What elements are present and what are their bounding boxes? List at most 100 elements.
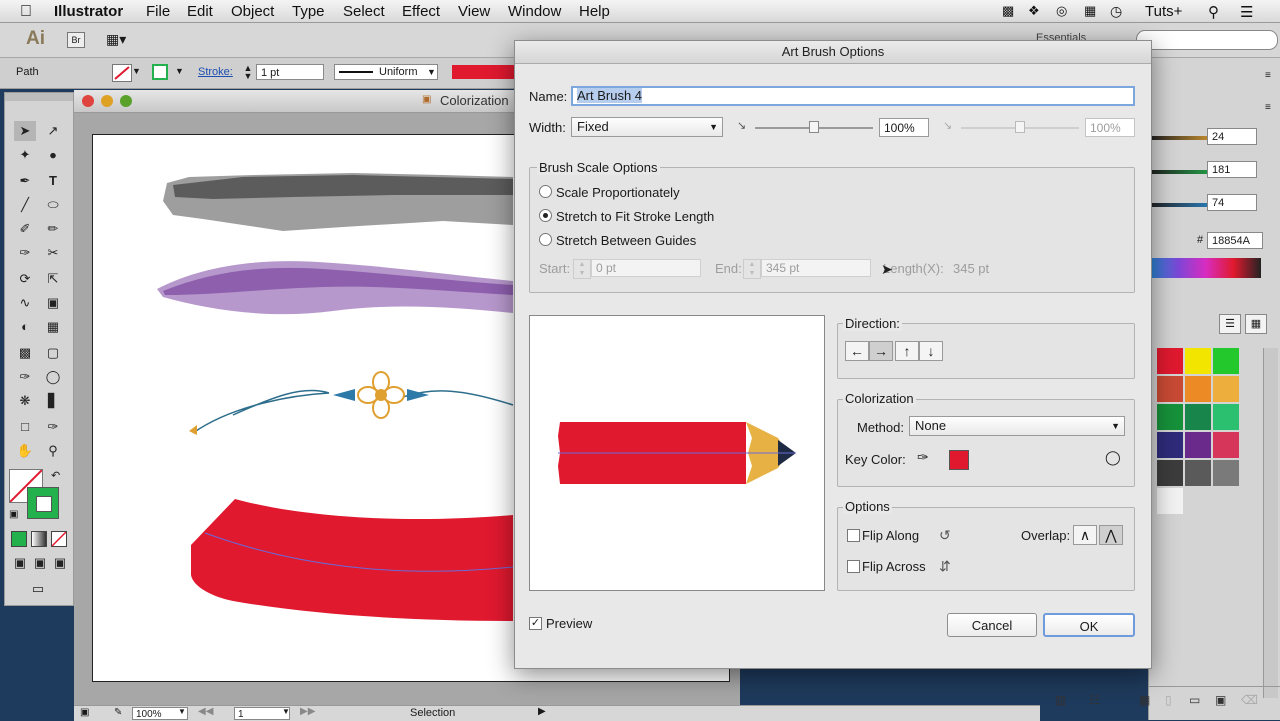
swatch[interactable] [1185,404,1211,430]
slice-tool-icon[interactable]: ✑ [42,417,64,437]
bridge-button[interactable]: Br [67,32,85,48]
stretch-to-fit-label[interactable]: Stretch to Fit Stroke Length [556,209,714,224]
swatch[interactable] [1185,376,1211,402]
time-machine-icon[interactable]: ◷ [1110,3,1122,20]
menu-object[interactable]: Object [231,3,274,20]
swatch[interactable] [1213,348,1239,374]
artboard-tool-icon[interactable]: □ [14,417,36,437]
menu-view[interactable]: View [458,3,490,20]
ok-button[interactable]: OK [1043,613,1135,637]
overlap-corner-icon[interactable]: ∧ [1073,525,1097,545]
sync-icon[interactable]: ◎ [1056,3,1067,19]
shape-builder-tool-icon[interactable]: ◐ [14,317,36,337]
stroke-swatch[interactable] [152,64,168,80]
swatch[interactable] [1157,404,1183,430]
cancel-button[interactable]: Cancel [947,613,1037,637]
panel-collapse-icon[interactable]: ≡ [1265,70,1271,81]
direction-up-icon[interactable]: ↑ [895,341,919,361]
color-value-g[interactable]: 181 [1207,161,1257,178]
tools-grip[interactable] [5,93,73,101]
stroke-weight-stepper[interactable]: ▲ ▼ [240,64,256,81]
free-transform-tool-icon[interactable]: ▣ [42,293,64,313]
stroke-label[interactable]: Stroke: [198,66,233,78]
start-stepper[interactable]: ▲ ▼ [573,259,591,279]
blend-tool-icon[interactable]: ◯ [42,367,64,387]
stretch-between-guides-radio[interactable] [539,233,552,246]
search-input[interactable] [1136,30,1278,50]
flip-along-label[interactable]: Flip Along [862,528,919,543]
spotlight-icon[interactable]: ⚲ [1208,3,1219,21]
zoom-tool-icon[interactable]: ⚲ [42,441,64,461]
mesh-tool-icon[interactable]: ▩ [14,343,36,363]
key-color-swatch[interactable] [949,450,969,470]
direction-left-icon[interactable]: ← [845,341,869,361]
app-menu[interactable]: Illustrator [54,3,123,20]
column-graph-tool-icon[interactable]: ▋ [42,391,64,411]
width-variation-thumb[interactable] [1015,121,1025,133]
stretch-to-fit-radio[interactable] [539,209,552,222]
new-group-icon[interactable]: ▭ [1189,693,1200,707]
direction-right-icon[interactable]: → [869,341,893,361]
pencil-tool-icon[interactable]: ✏ [42,219,64,239]
zoom-dropdown-icon[interactable]: ▼ [178,707,186,716]
color-group-icon[interactable]: ▯ [1165,693,1172,707]
draw-normal-icon[interactable]: ▣ [9,553,31,573]
swatch[interactable] [1157,432,1183,458]
swatch[interactable] [1157,460,1183,486]
eyedropper-tool-icon[interactable]: ✑ [14,367,36,387]
paintbrush-tool-icon[interactable]: ✐ [14,219,36,239]
menu-window[interactable]: Window [508,3,561,20]
menu-type[interactable]: Type [292,3,325,20]
panel-menu-icon[interactable]: ≡ [1265,102,1271,113]
default-colors-icon[interactable]: ▣ [9,509,18,520]
list-icon[interactable]: ☰ [1240,3,1253,21]
color-value-r[interactable]: 24 [1207,128,1257,145]
hex-color-field[interactable]: 18854A [1207,232,1263,249]
swatches-scrollbar[interactable] [1263,348,1278,698]
magic-wand-tool-icon[interactable]: ✦ [14,145,36,165]
zoom-window-button[interactable] [120,95,132,107]
rotate-tool-icon[interactable]: ⟳ [14,269,36,289]
direction-down-icon[interactable]: ↓ [919,341,943,361]
flip-across-checkbox[interactable] [847,560,860,573]
swatch[interactable] [1185,348,1211,374]
scissors-tool-icon[interactable]: ✂ [42,243,64,263]
camera-icon[interactable]: ▩ [1002,3,1014,19]
swatch[interactable] [1213,432,1239,458]
show-kinds-icon[interactable]: ☷ [1089,693,1100,707]
next-artboard-icon[interactable]: ▶▶ [300,706,315,717]
swatch[interactable] [1157,348,1183,374]
start-field[interactable]: 0 pt [591,259,701,277]
none-mode-button[interactable] [51,531,67,547]
color-value-b[interactable]: 74 [1207,194,1257,211]
swatch[interactable] [1213,404,1239,430]
swap-colors-icon[interactable]: ↶ [51,469,60,482]
apple-icon[interactable]:  [20,3,32,21]
status-share-icon[interactable]: ✎ [114,707,122,718]
perspective-grid-tool-icon[interactable]: ▦ [42,317,64,337]
hand-tool-icon[interactable]: ✋ [14,441,36,461]
method-select[interactable]: None ▼ [909,416,1125,436]
delete-swatch-icon[interactable]: ⌫ [1241,693,1258,707]
stroke-weight-input[interactable]: 1 pt [256,64,324,80]
fill-swatch[interactable] [112,64,132,82]
draw-behind-icon[interactable]: ▣ [29,553,51,573]
symbol-sprayer-tool-icon[interactable]: ❋ [14,391,36,411]
screen-mode-icon[interactable]: ▭ [27,579,49,599]
menu-select[interactable]: Select [343,3,385,20]
swatch[interactable] [1185,432,1211,458]
flip-across-label[interactable]: Flip Across [862,559,926,574]
color-spectrum[interactable] [1151,258,1261,278]
new-swatch-icon[interactable]: ▣ [1215,693,1226,707]
swatch-library-icon[interactable]: ▥ [1055,693,1066,707]
list-view-icon[interactable]: ☰ [1219,314,1241,334]
first-artboard-icon[interactable]: ◀◀ [198,706,213,717]
menu-edit[interactable]: Edit [187,3,213,20]
status-icon[interactable]: ▣ [80,707,89,718]
swatch[interactable] [1157,488,1183,514]
end-field[interactable]: 345 pt [761,259,871,277]
status-menu-icon[interactable]: ▶ [538,706,546,717]
menu-effect[interactable]: Effect [402,3,440,20]
grid-view-icon[interactable]: ▦ [1245,314,1267,334]
scale-tool-icon[interactable]: ⇱ [42,269,64,289]
